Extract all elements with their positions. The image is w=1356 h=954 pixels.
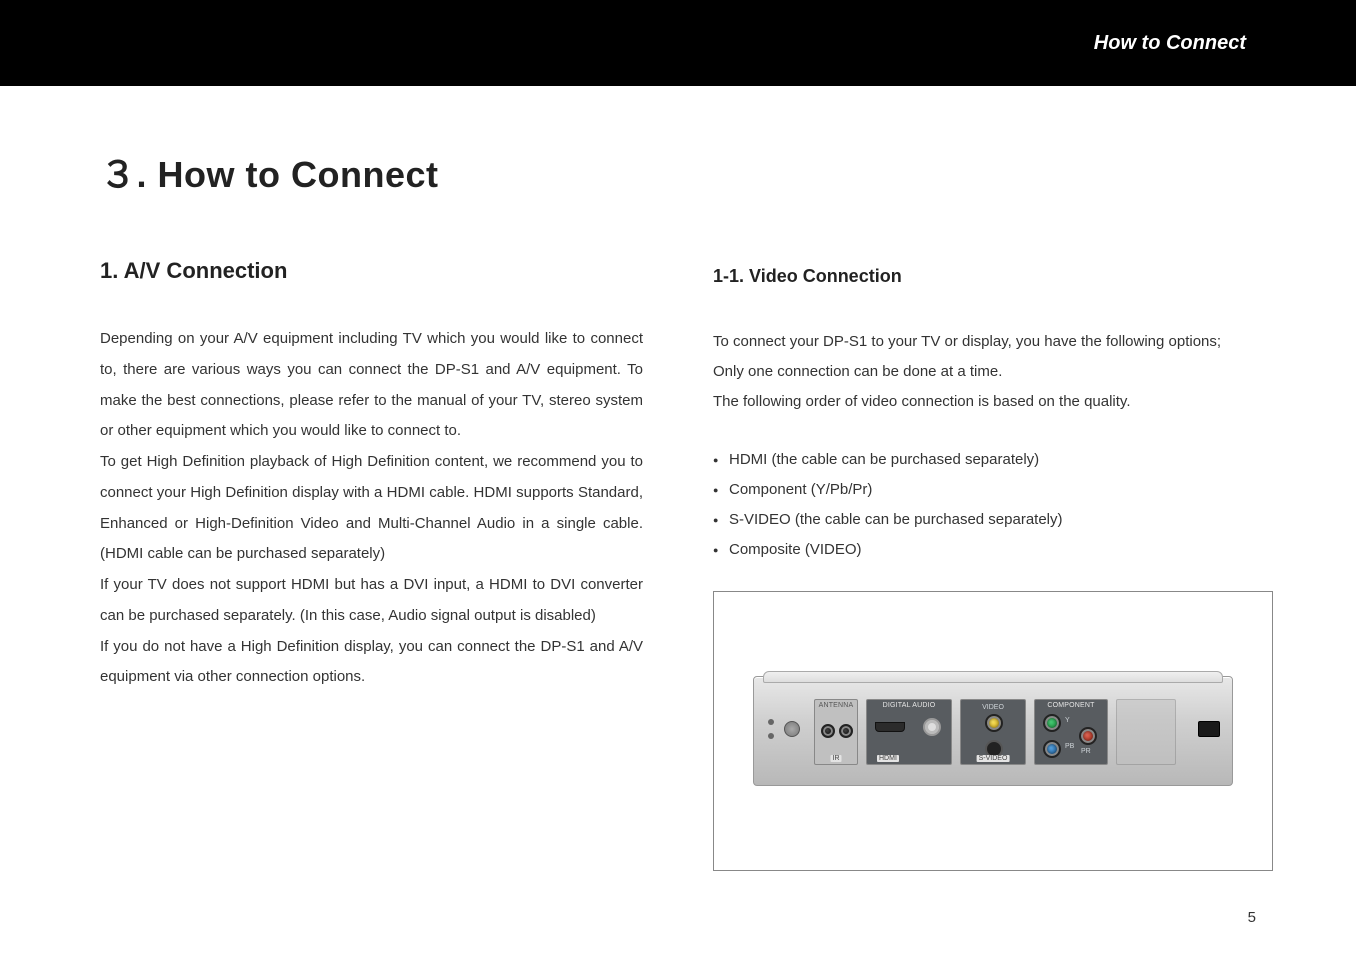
composite-video-jack (985, 714, 1003, 732)
panel-ir: ANTENNA IR (814, 699, 858, 765)
panel-label: VIDEO (982, 704, 1004, 711)
left-column: 1. A/V Connection Depending on your A/V … (100, 258, 643, 871)
video-options-list: HDMI (the cable can be purchased separat… (713, 445, 1256, 565)
paragraph: Only one connection can be done at a tim… (713, 357, 1256, 387)
page-header: How to Connect (0, 0, 1356, 86)
list-item: HDMI (the cable can be purchased separat… (713, 445, 1256, 475)
right-column: 1-1. Video Connection To connect your DP… (713, 258, 1256, 871)
ir-jack (839, 724, 853, 738)
panel-foot-label: IR (831, 755, 842, 762)
fan-icon (784, 721, 800, 737)
paragraph: To connect your DP-S1 to your TV or disp… (713, 327, 1256, 357)
section-heading-video-connection: 1-1. Video Connection (713, 266, 1256, 287)
two-column-layout: 1. A/V Connection Depending on your A/V … (100, 258, 1256, 871)
section-heading-av-connection: 1. A/V Connection (100, 258, 643, 284)
list-item: S-VIDEO (the cable can be purchased sepa… (713, 505, 1256, 535)
component-y-jack (1043, 714, 1061, 732)
device-rear-panel: ANTENNA IR DIGITAL AUDIO HDMI VI (753, 676, 1233, 786)
paragraph: If you do not have a High Definition dis… (100, 632, 643, 694)
power-inlet (1198, 721, 1220, 737)
panel-label: DIGITAL AUDIO (883, 702, 936, 709)
hdmi-port (875, 722, 905, 732)
jack-label: Y (1065, 717, 1070, 724)
vent-hole (768, 719, 774, 725)
rear-panel-figure: ANTENNA IR DIGITAL AUDIO HDMI VI (713, 591, 1273, 871)
panel-video: VIDEO S-VIDEO (960, 699, 1026, 765)
header-title: How to Connect (1094, 32, 1246, 55)
chapter-title: ３. How to Connect (100, 146, 1256, 198)
paragraph: If your TV does not support HDMI but has… (100, 570, 643, 632)
panel-foot-label: S-VIDEO (977, 755, 1010, 762)
page-body: ３. How to Connect 1. A/V Connection Depe… (0, 86, 1356, 871)
paragraph: To get High Definition playback of High … (100, 447, 643, 570)
paragraph: The following order of video connection … (713, 387, 1256, 417)
component-pb-jack (1043, 740, 1061, 758)
panel-digital-audio: DIGITAL AUDIO HDMI (866, 699, 952, 765)
component-pr-jack (1079, 727, 1097, 745)
panel-component: COMPONENT Y PB PR (1034, 699, 1108, 765)
coax-port (923, 718, 941, 736)
panel-faded (1116, 699, 1176, 765)
list-item: Composite (VIDEO) (713, 535, 1256, 565)
panel-foot-label: HDMI (877, 755, 899, 762)
paragraph: Depending on your A/V equipment includin… (100, 324, 643, 447)
list-item: Component (Y/Pb/Pr) (713, 475, 1256, 505)
panel-label: COMPONENT (1047, 702, 1094, 709)
ir-jack (821, 724, 835, 738)
page-number: 5 (1248, 909, 1256, 926)
jack-label: PB (1065, 743, 1074, 750)
device-top-edge (763, 671, 1223, 683)
jack-label: PR (1081, 748, 1091, 755)
vent-hole (768, 733, 774, 739)
panel-label: ANTENNA (819, 702, 854, 709)
